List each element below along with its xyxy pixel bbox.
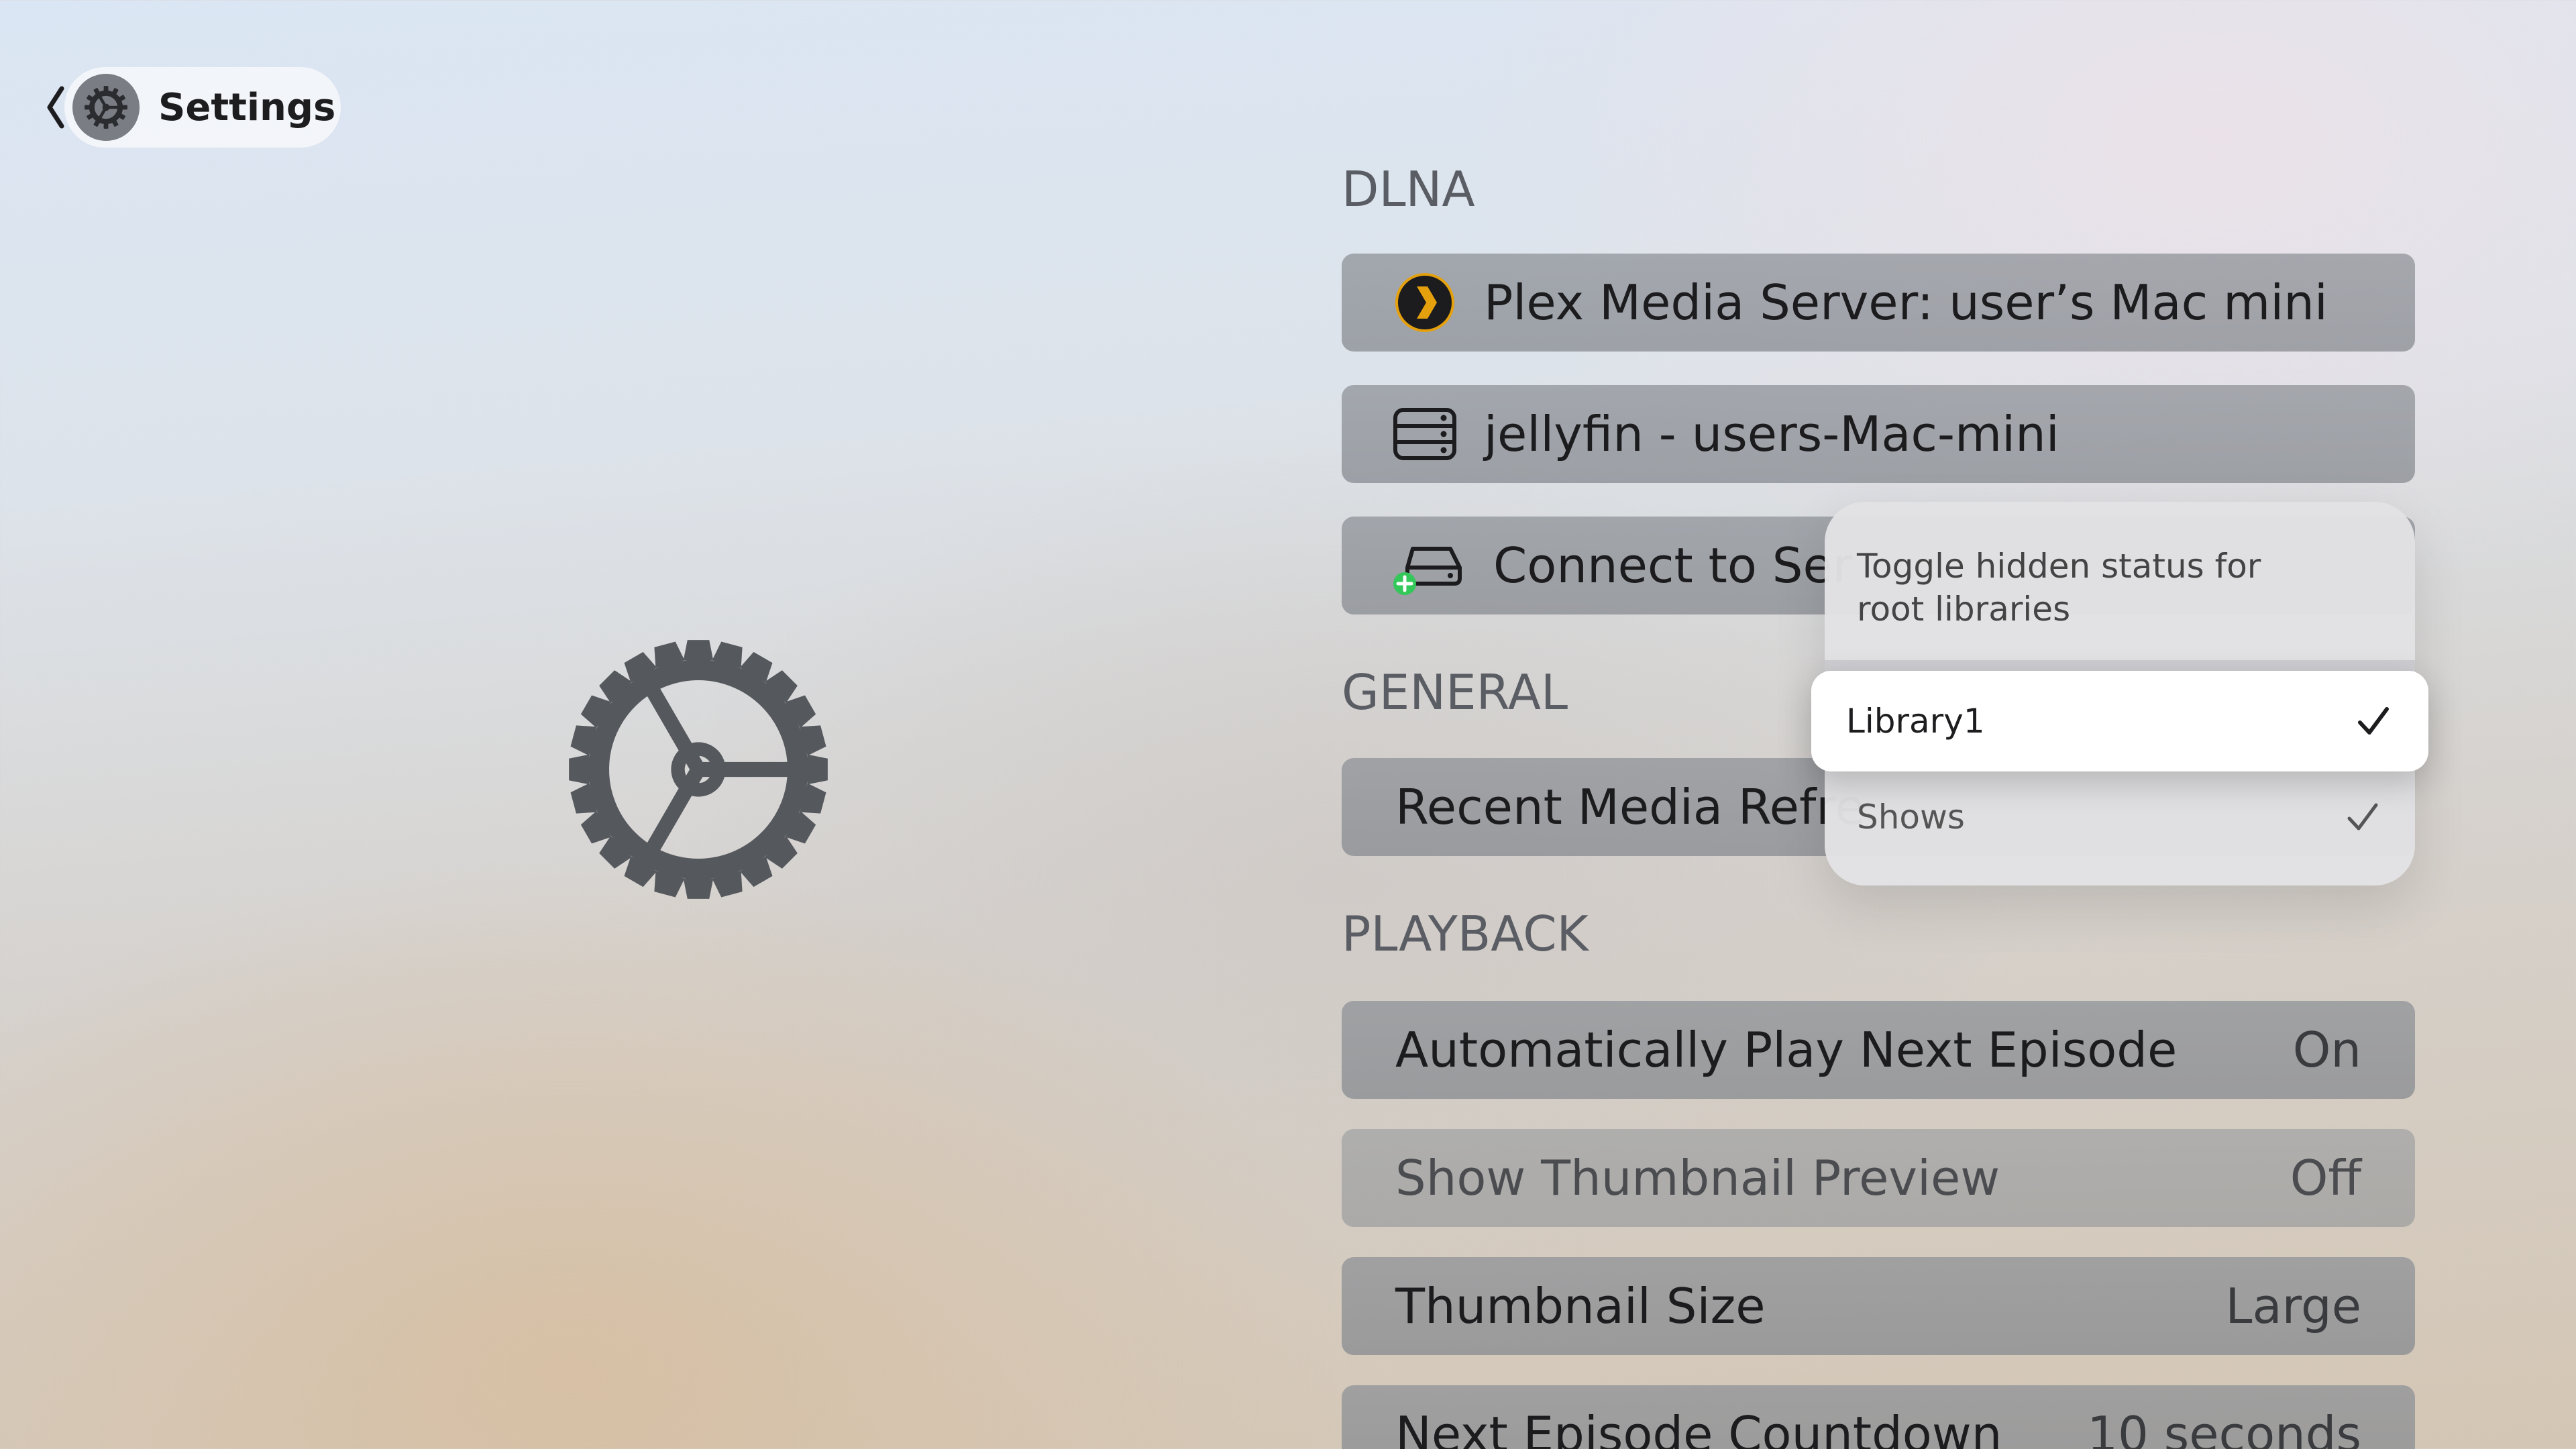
row-label: Next Episode Countdown — [1395, 1406, 2002, 1449]
gear-icon — [72, 74, 140, 141]
section-header-general: GENERAL — [1342, 664, 1568, 720]
server-label: jellyfin - users-Mac-mini — [1484, 406, 2059, 462]
row-value: Off — [2290, 1150, 2361, 1206]
menu-item-label: Library1 — [1846, 702, 1985, 741]
checkmark-icon — [2347, 803, 2378, 830]
gear-icon — [569, 640, 828, 899]
row-value: 10 seconds — [2087, 1406, 2361, 1449]
thumbnail-size-row[interactable]: Thumbnail Size Large — [1342, 1257, 2415, 1355]
server-icon — [1393, 402, 1457, 466]
menu-item-shows[interactable]: Shows — [1857, 793, 2383, 841]
breadcrumb[interactable]: Settings — [64, 67, 341, 148]
show-thumbnail-preview-row[interactable]: Show Thumbnail Preview Off — [1342, 1129, 2415, 1227]
menu-title: Toggle hidden status for root libraries — [1857, 547, 2261, 629]
row-label: Show Thumbnail Preview — [1395, 1150, 2000, 1206]
chevron-left-icon[interactable] — [43, 83, 67, 131]
plex-icon — [1393, 270, 1457, 335]
server-row-plex[interactable]: Plex Media Server: user’s Mac mini — [1342, 254, 2415, 352]
row-label: Thumbnail Size — [1395, 1278, 1766, 1334]
section-header-playback: PLAYBACK — [1342, 906, 1589, 962]
row-value: On — [2292, 1022, 2361, 1078]
menu-item-label: Shows — [1857, 798, 1965, 837]
next-episode-countdown-row[interactable]: Next Episode Countdown 10 seconds — [1342, 1385, 2415, 1449]
page-title: Settings — [158, 85, 336, 129]
menu-item-library1[interactable]: Library1 — [1811, 671, 2428, 771]
row-label: Automatically Play Next Episode — [1395, 1022, 2178, 1078]
row-value: Large — [2225, 1278, 2361, 1334]
add-server-icon — [1393, 533, 1466, 598]
menu-divider — [1825, 660, 2415, 671]
auto-play-next-episode-row[interactable]: Automatically Play Next Episode On — [1342, 1001, 2415, 1099]
section-header-dlna: DLNA — [1342, 161, 1475, 217]
checkmark-icon — [2358, 707, 2389, 735]
server-row-jellyfin[interactable]: jellyfin - users-Mac-mini — [1342, 385, 2415, 483]
server-label: Plex Media Server: user’s Mac mini — [1484, 274, 2328, 331]
